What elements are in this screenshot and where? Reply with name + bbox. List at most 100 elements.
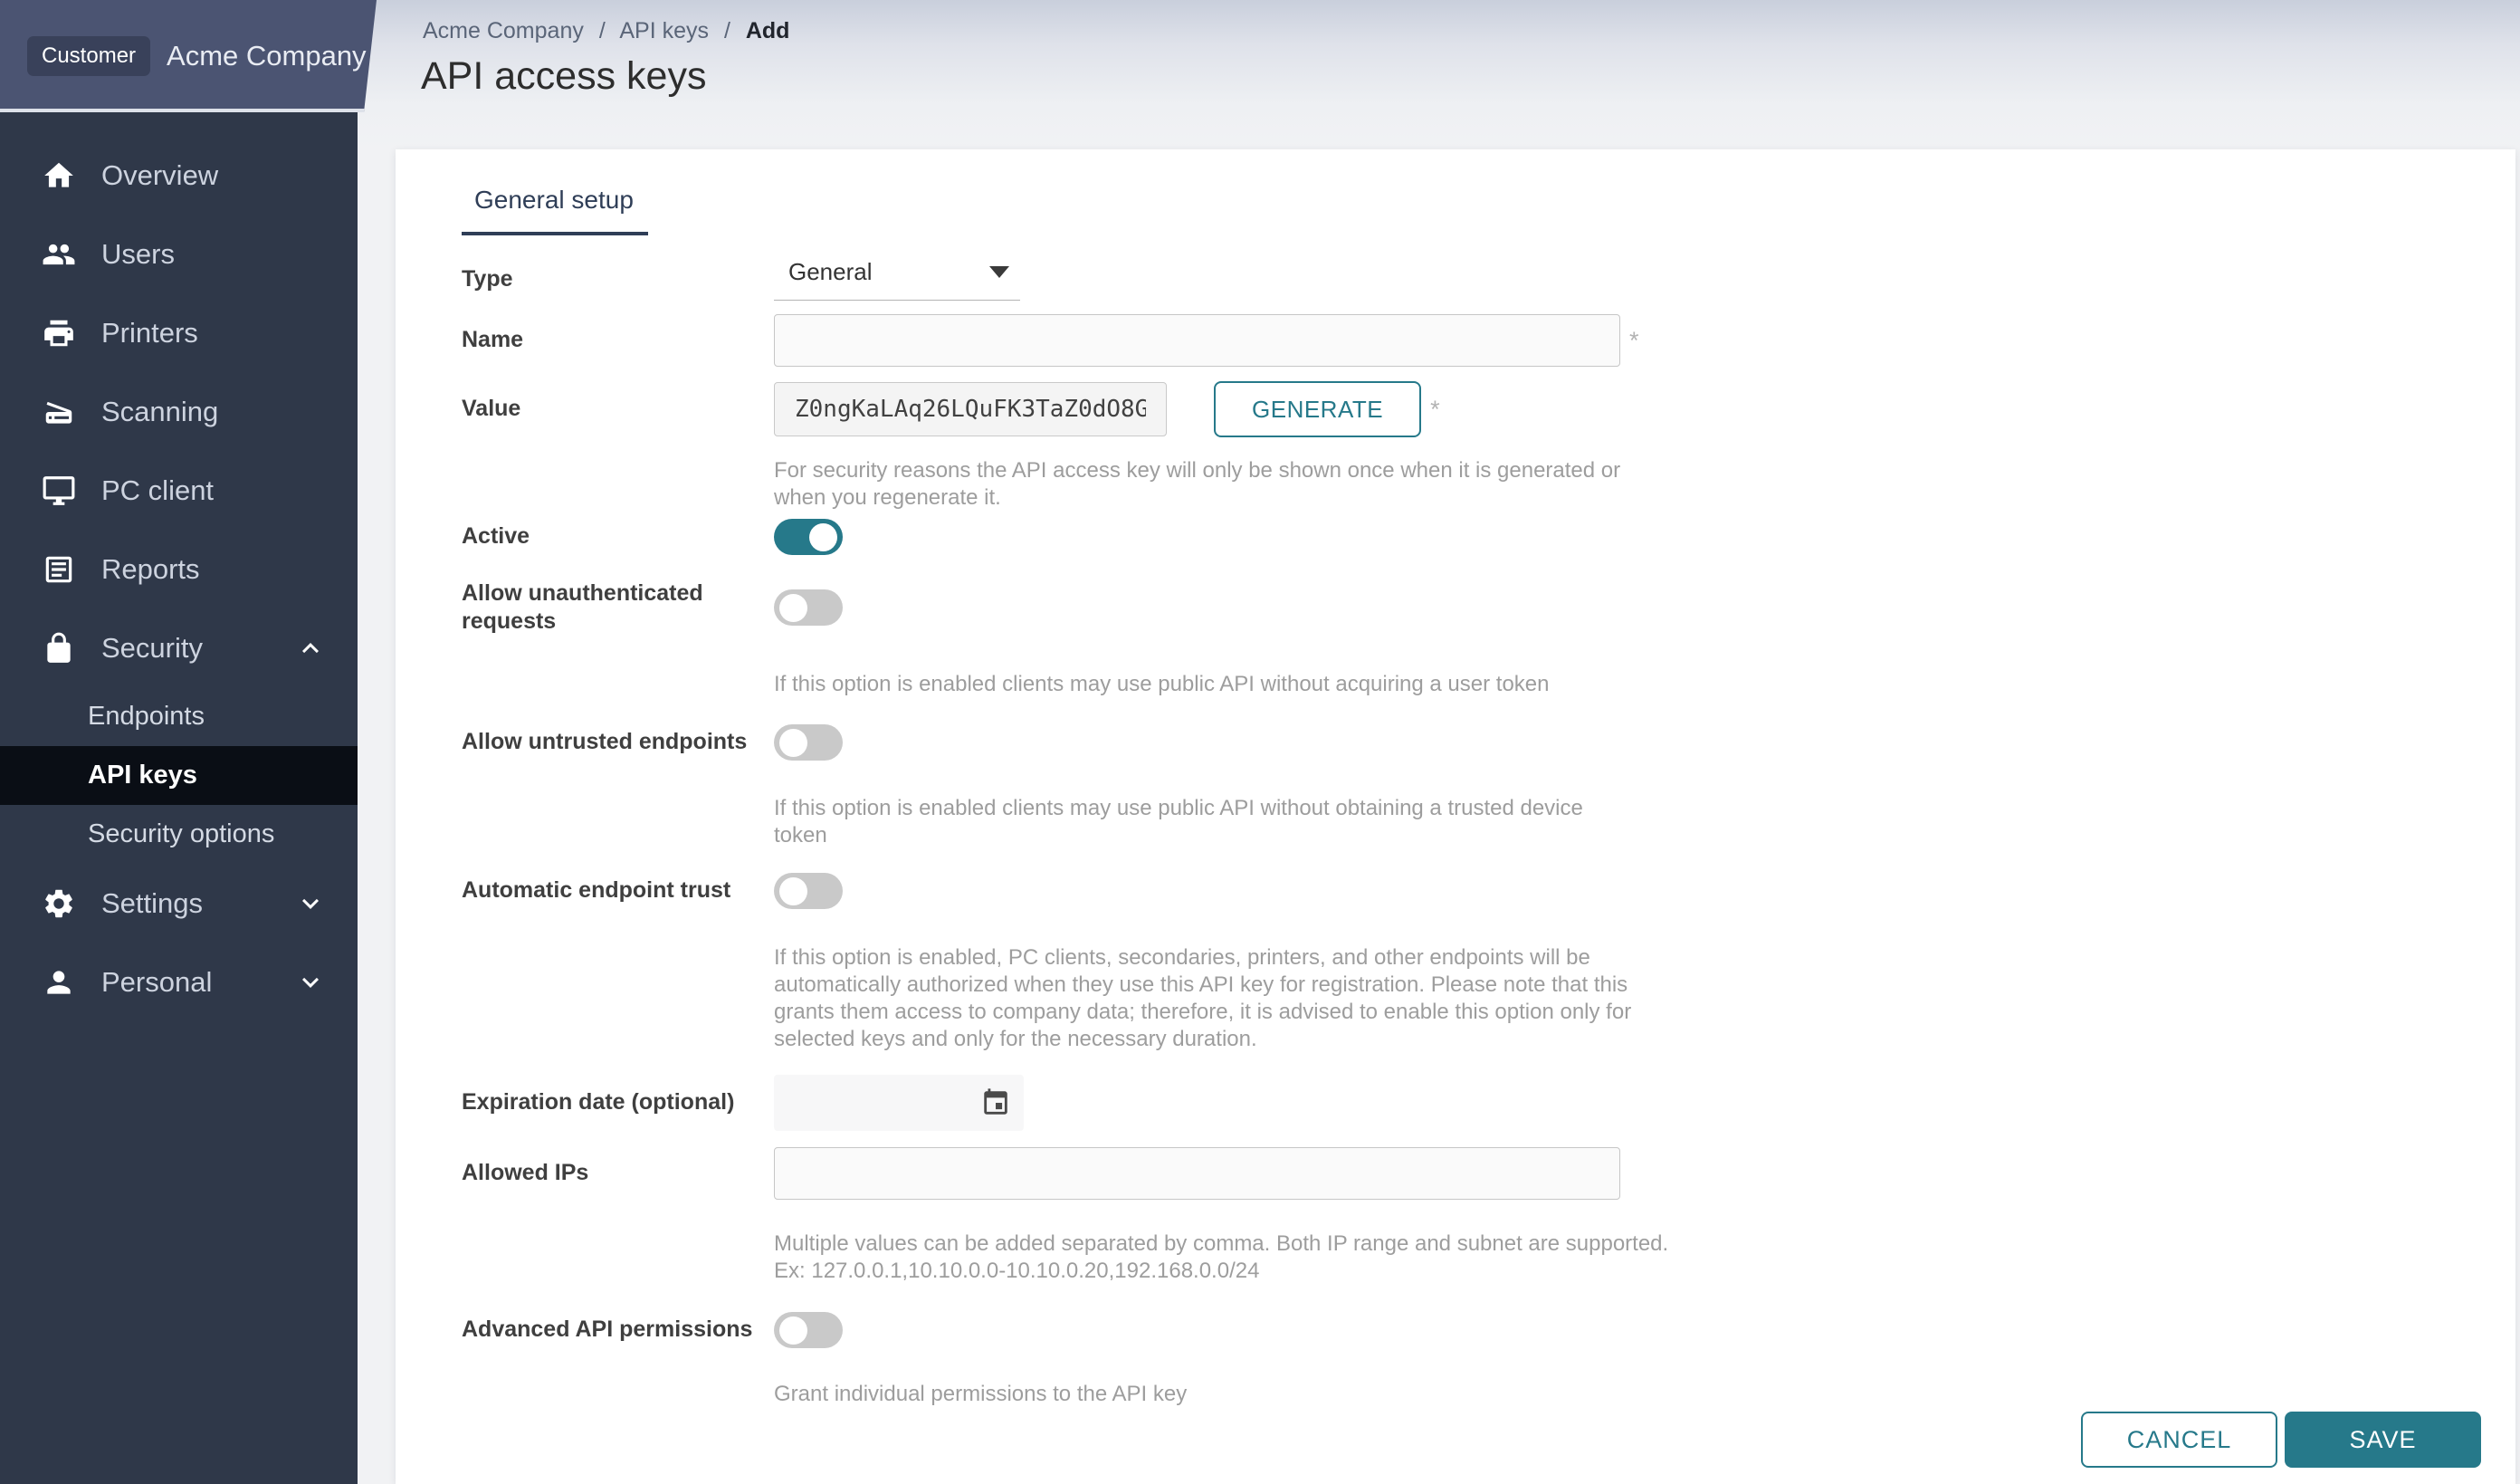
breadcrumb-separator: / (724, 18, 730, 43)
name-row: Name * (462, 314, 2515, 367)
sidebar-item-label: Reports (101, 553, 200, 586)
toggle-knob (809, 523, 837, 551)
sidebar-item-label: Security (101, 632, 203, 665)
auto-trust-hint: If this option is enabled, PC clients, s… (774, 944, 1641, 1053)
form-actions: CANCEL SAVE (2081, 1412, 2481, 1468)
sidebar-subitem-endpoints[interactable]: Endpoints (0, 687, 358, 746)
sidebar-subitem-api-keys[interactable]: API keys (0, 746, 358, 805)
lock-icon (40, 629, 78, 667)
sidebar-item-label: Printers (101, 317, 198, 349)
sidebar-item-personal[interactable]: Personal (0, 943, 358, 1021)
expiration-date-field[interactable] (774, 1075, 1024, 1131)
allow-unauthenticated-hint: If this option is enabled clients may us… (774, 671, 1550, 698)
allow-untrusted-toggle[interactable] (774, 724, 843, 761)
scanner-icon (40, 393, 78, 431)
sidebar-item-label: Settings (101, 887, 203, 920)
breadcrumb-current: Add (746, 18, 790, 43)
allow-untrusted-hint-row: If this option is enabled clients may us… (462, 795, 2515, 849)
allow-untrusted-row: Allow untrusted endpoints (462, 724, 2515, 761)
sidebar-item-label: Scanning (101, 396, 218, 428)
sidebar-item-label: Overview (101, 159, 218, 192)
value-label: Value (462, 395, 774, 423)
auto-trust-toggle[interactable] (774, 873, 843, 909)
toggle-knob (779, 1316, 807, 1345)
app-header: Customer Acme Company (0, 0, 377, 112)
allow-untrusted-label: Allow untrusted endpoints (462, 728, 774, 756)
allowed-ips-hint: Multiple values can be added separated b… (774, 1230, 1670, 1285)
breadcrumb-separator: / (599, 18, 606, 43)
sidebar-nav: Overview Users Printers Scanning (0, 112, 358, 1021)
person-icon (40, 963, 78, 1001)
sidebar-item-pc-client[interactable]: PC client (0, 451, 358, 530)
allowed-ips-label: Allowed IPs (462, 1159, 774, 1187)
chevron-down-icon (294, 966, 327, 999)
sidebar-item-reports[interactable]: Reports (0, 530, 358, 608)
auto-trust-row: Automatic endpoint trust (462, 873, 2515, 909)
sidebar-item-label: Personal (101, 966, 212, 999)
required-marker: * (1629, 327, 1639, 355)
cancel-button[interactable]: CANCEL (2081, 1412, 2277, 1468)
advanced-permissions-hint-row: Grant individual permissions to the API … (462, 1381, 2515, 1408)
value-row: Value GENERATE * (462, 381, 2515, 437)
sidebar-item-users[interactable]: Users (0, 215, 358, 293)
sidebar-subitem-label: Security options (88, 819, 274, 849)
calendar-icon[interactable] (980, 1087, 1011, 1118)
sidebar-item-settings[interactable]: Settings (0, 864, 358, 943)
allowed-ips-input[interactable] (774, 1147, 1620, 1200)
allow-untrusted-hint: If this option is enabled clients may us… (774, 795, 1641, 849)
type-select[interactable]: General (774, 258, 1020, 301)
type-row: Type General (462, 258, 2515, 301)
reports-icon (40, 551, 78, 589)
monitor-icon (40, 472, 78, 510)
name-label: Name (462, 326, 774, 354)
advanced-permissions-row: Advanced API permissions (462, 1312, 2515, 1348)
name-input[interactable] (774, 314, 1620, 367)
active-toggle[interactable] (774, 519, 843, 555)
advanced-permissions-toggle[interactable] (774, 1312, 843, 1348)
sidebar-item-security[interactable]: Security (0, 608, 358, 687)
type-label: Type (462, 265, 774, 293)
app-window: Overview Users Printers Scanning (0, 0, 2520, 1484)
toggle-knob (779, 877, 807, 905)
breadcrumb-company-link[interactable]: Acme Company (423, 18, 584, 43)
allow-unauthenticated-toggle[interactable] (774, 589, 843, 626)
content-header: Acme Company / API keys / Add API access… (358, 0, 2520, 149)
api-key-form: Type General Name * Value GENERATE * (462, 258, 2515, 1408)
sidebar-subitem-security-options[interactable]: Security options (0, 805, 358, 864)
value-input[interactable] (774, 382, 1167, 436)
tab-general-setup[interactable]: General setup (462, 186, 648, 235)
breadcrumb: Acme Company / API keys / Add (423, 18, 789, 44)
type-select-value: General (788, 258, 873, 286)
sidebar-item-label: PC client (101, 474, 214, 507)
advanced-permissions-hint: Grant individual permissions to the API … (774, 1381, 1187, 1408)
generate-button[interactable]: GENERATE (1214, 381, 1421, 437)
chevron-down-icon (294, 887, 327, 920)
allow-unauthenticated-row: Allow unauthenticated requests (462, 579, 2515, 637)
expiration-label: Expiration date (optional) (462, 1088, 774, 1116)
gear-icon (40, 885, 78, 923)
home-icon (40, 157, 78, 195)
printer-icon (40, 314, 78, 352)
allowed-ips-hint-row: Multiple values can be added separated b… (462, 1230, 2515, 1285)
customer-badge: Customer (27, 36, 150, 76)
dropdown-arrow-icon (989, 266, 1009, 278)
sidebar-item-scanning[interactable]: Scanning (0, 372, 358, 451)
expiration-row: Expiration date (optional) (462, 1075, 2515, 1131)
sidebar-item-overview[interactable]: Overview (0, 136, 358, 215)
users-icon (40, 235, 78, 273)
toggle-knob (779, 729, 807, 757)
breadcrumb-api-keys-link[interactable]: API keys (619, 18, 709, 43)
page-title: API access keys (421, 54, 706, 99)
sidebar-item-printers[interactable]: Printers (0, 293, 358, 372)
chevron-up-icon (294, 632, 327, 665)
active-row: Active (462, 519, 2515, 555)
sidebar-subitem-label: Endpoints (88, 702, 205, 732)
auto-trust-hint-row: If this option is enabled, PC clients, s… (462, 944, 2515, 1053)
sidebar: Overview Users Printers Scanning (0, 0, 358, 1484)
save-button[interactable]: SAVE (2285, 1412, 2481, 1468)
value-hint-row: For security reasons the API access key … (462, 457, 2515, 512)
sidebar-subitem-label: API keys (88, 761, 197, 790)
value-hint: For security reasons the API access key … (774, 457, 1641, 512)
allowed-ips-row: Allowed IPs (462, 1147, 2515, 1200)
required-marker: * (1430, 396, 1440, 424)
